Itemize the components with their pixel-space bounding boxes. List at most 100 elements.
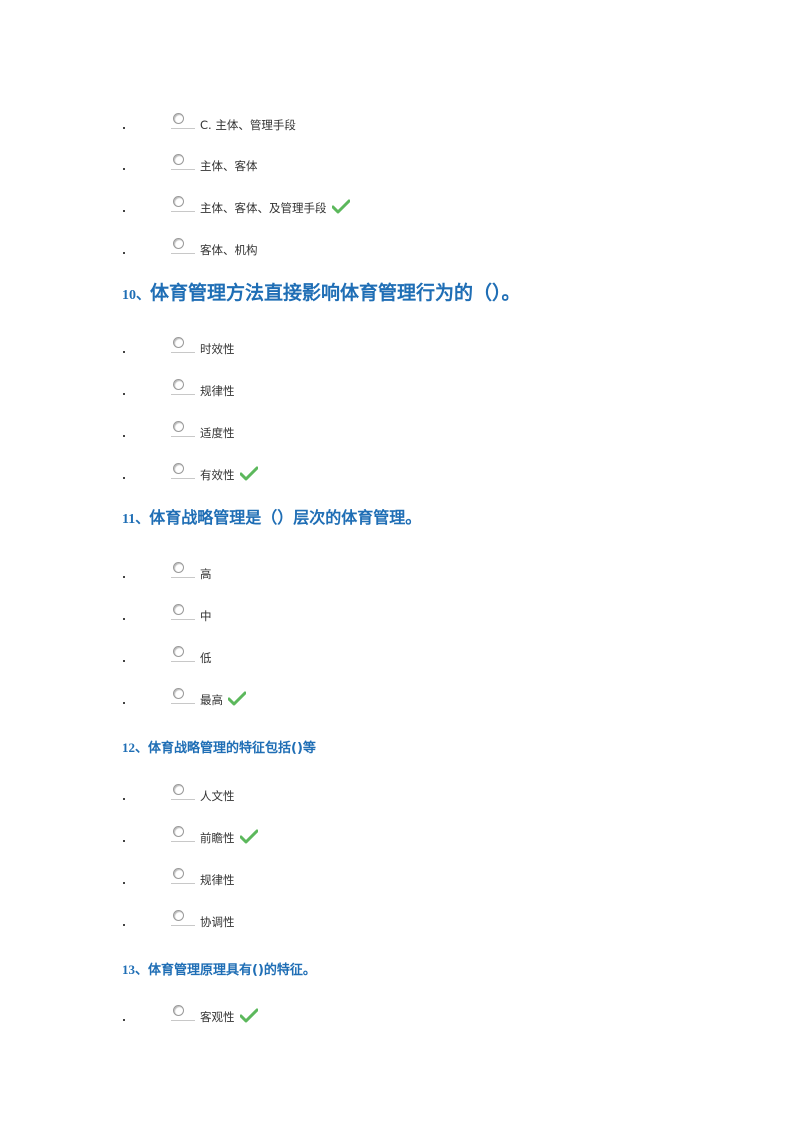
option-row: C. 主体、管理手段 bbox=[0, 113, 800, 141]
radio-button[interactable] bbox=[171, 379, 195, 397]
checkmark-icon bbox=[239, 466, 258, 481]
question-title: 13、体育管理原理具有()的特征。 bbox=[122, 959, 316, 978]
option-label: 前瞻性 bbox=[200, 829, 258, 846]
blank-underline bbox=[171, 478, 195, 479]
radio-circle-icon bbox=[173, 337, 184, 348]
option-label: 高 bbox=[200, 567, 212, 581]
option-row: 客观性 bbox=[0, 1005, 800, 1033]
radio-button[interactable] bbox=[171, 238, 195, 256]
question-title: 11、体育战略管理是（）层次的体育管理。 bbox=[122, 504, 421, 528]
radio-circle-icon bbox=[173, 379, 184, 390]
bullet bbox=[123, 576, 125, 578]
option-label: 规律性 bbox=[200, 873, 235, 887]
option-label: C. 主体、管理手段 bbox=[200, 118, 296, 132]
blank-underline bbox=[171, 436, 195, 437]
blank-underline bbox=[171, 169, 195, 170]
question-text: 体育战略管理的特征包括()等 bbox=[148, 741, 316, 756]
bullet bbox=[123, 127, 125, 129]
radio-button[interactable] bbox=[171, 154, 195, 172]
radio-circle-icon bbox=[173, 238, 184, 249]
blank-underline bbox=[171, 661, 195, 662]
option-row: 前瞻性 bbox=[0, 826, 800, 854]
blank-underline bbox=[171, 352, 195, 353]
option-label: 中 bbox=[200, 609, 212, 623]
radio-button[interactable] bbox=[171, 646, 195, 664]
option-label: 规律性 bbox=[200, 384, 235, 398]
blank-underline bbox=[171, 577, 195, 578]
option-row: 客体、机构 bbox=[0, 238, 800, 266]
radio-button[interactable] bbox=[171, 604, 195, 622]
option-row: 主体、客体、及管理手段 bbox=[0, 196, 800, 224]
option-label: 客观性 bbox=[200, 1008, 258, 1025]
radio-circle-icon bbox=[173, 784, 184, 795]
blank-underline bbox=[171, 128, 195, 129]
option-label: 人文性 bbox=[200, 789, 235, 803]
radio-button[interactable] bbox=[171, 196, 195, 214]
bullet bbox=[123, 924, 125, 926]
option-row: 协调性 bbox=[0, 910, 800, 938]
radio-circle-icon bbox=[173, 910, 184, 921]
radio-button[interactable] bbox=[171, 421, 195, 439]
radio-circle-icon bbox=[173, 826, 184, 837]
option-row: 人文性 bbox=[0, 784, 800, 812]
option-label: 协调性 bbox=[200, 915, 235, 929]
radio-button[interactable] bbox=[171, 826, 195, 844]
option-row: 规律性 bbox=[0, 379, 800, 407]
option-row: 低 bbox=[0, 646, 800, 674]
option-label: 主体、客体、及管理手段 bbox=[200, 199, 350, 216]
option-row: 中 bbox=[0, 604, 800, 632]
blank-underline bbox=[171, 211, 195, 212]
blank-underline bbox=[171, 253, 195, 254]
blank-underline bbox=[171, 619, 195, 620]
option-label: 低 bbox=[200, 651, 212, 665]
option-label: 客体、机构 bbox=[200, 243, 258, 257]
radio-circle-icon bbox=[173, 1005, 184, 1016]
bullet bbox=[123, 882, 125, 884]
radio-button[interactable] bbox=[171, 868, 195, 886]
option-row: 最高 bbox=[0, 688, 800, 716]
radio-button[interactable] bbox=[171, 113, 195, 131]
question-number: 12、 bbox=[122, 740, 149, 755]
checkmark-icon bbox=[228, 691, 246, 706]
bullet bbox=[123, 702, 125, 704]
option-label: 最高 bbox=[200, 691, 246, 708]
option-label: 时效性 bbox=[200, 342, 235, 356]
blank-underline bbox=[171, 1020, 195, 1021]
radio-button[interactable] bbox=[171, 688, 195, 706]
radio-button[interactable] bbox=[171, 337, 195, 355]
option-row: 适度性 bbox=[0, 421, 800, 449]
question-title: 12、体育战略管理的特征包括()等 bbox=[122, 737, 316, 756]
question-number: 13、 bbox=[122, 962, 149, 977]
radio-circle-icon bbox=[173, 646, 184, 657]
radio-button[interactable] bbox=[171, 784, 195, 802]
option-label: 适度性 bbox=[200, 426, 235, 440]
radio-button[interactable] bbox=[171, 562, 195, 580]
option-row: 主体、客体 bbox=[0, 154, 800, 182]
bullet bbox=[123, 660, 125, 662]
option-row: 高 bbox=[0, 562, 800, 590]
checkmark-icon bbox=[331, 199, 350, 214]
question-text: 体育战略管理是（）层次的体育管理。 bbox=[149, 508, 422, 527]
question-number: 10、 bbox=[122, 288, 150, 303]
radio-circle-icon bbox=[173, 113, 184, 124]
bullet bbox=[123, 840, 125, 842]
bullet bbox=[123, 210, 125, 212]
checkmark-icon bbox=[239, 1008, 258, 1023]
radio-button[interactable] bbox=[171, 463, 195, 481]
bullet bbox=[123, 1019, 125, 1021]
option-label: 主体、客体 bbox=[200, 159, 258, 173]
option-row: 时效性 bbox=[0, 337, 800, 365]
radio-circle-icon bbox=[173, 154, 184, 165]
blank-underline bbox=[171, 799, 195, 800]
question-title: 10、体育管理方法直接影响体育管理行为的（）。 bbox=[122, 278, 521, 305]
question-number: 11、 bbox=[122, 512, 150, 527]
blank-underline bbox=[171, 703, 195, 704]
option-row: 有效性 bbox=[0, 463, 800, 491]
radio-button[interactable] bbox=[171, 1005, 195, 1023]
radio-button[interactable] bbox=[171, 910, 195, 928]
bullet bbox=[123, 351, 125, 353]
bullet bbox=[123, 393, 125, 395]
question-text: 体育管理方法直接影响体育管理行为的（）。 bbox=[150, 282, 521, 304]
checkmark-icon bbox=[239, 829, 258, 844]
bullet bbox=[123, 618, 125, 620]
